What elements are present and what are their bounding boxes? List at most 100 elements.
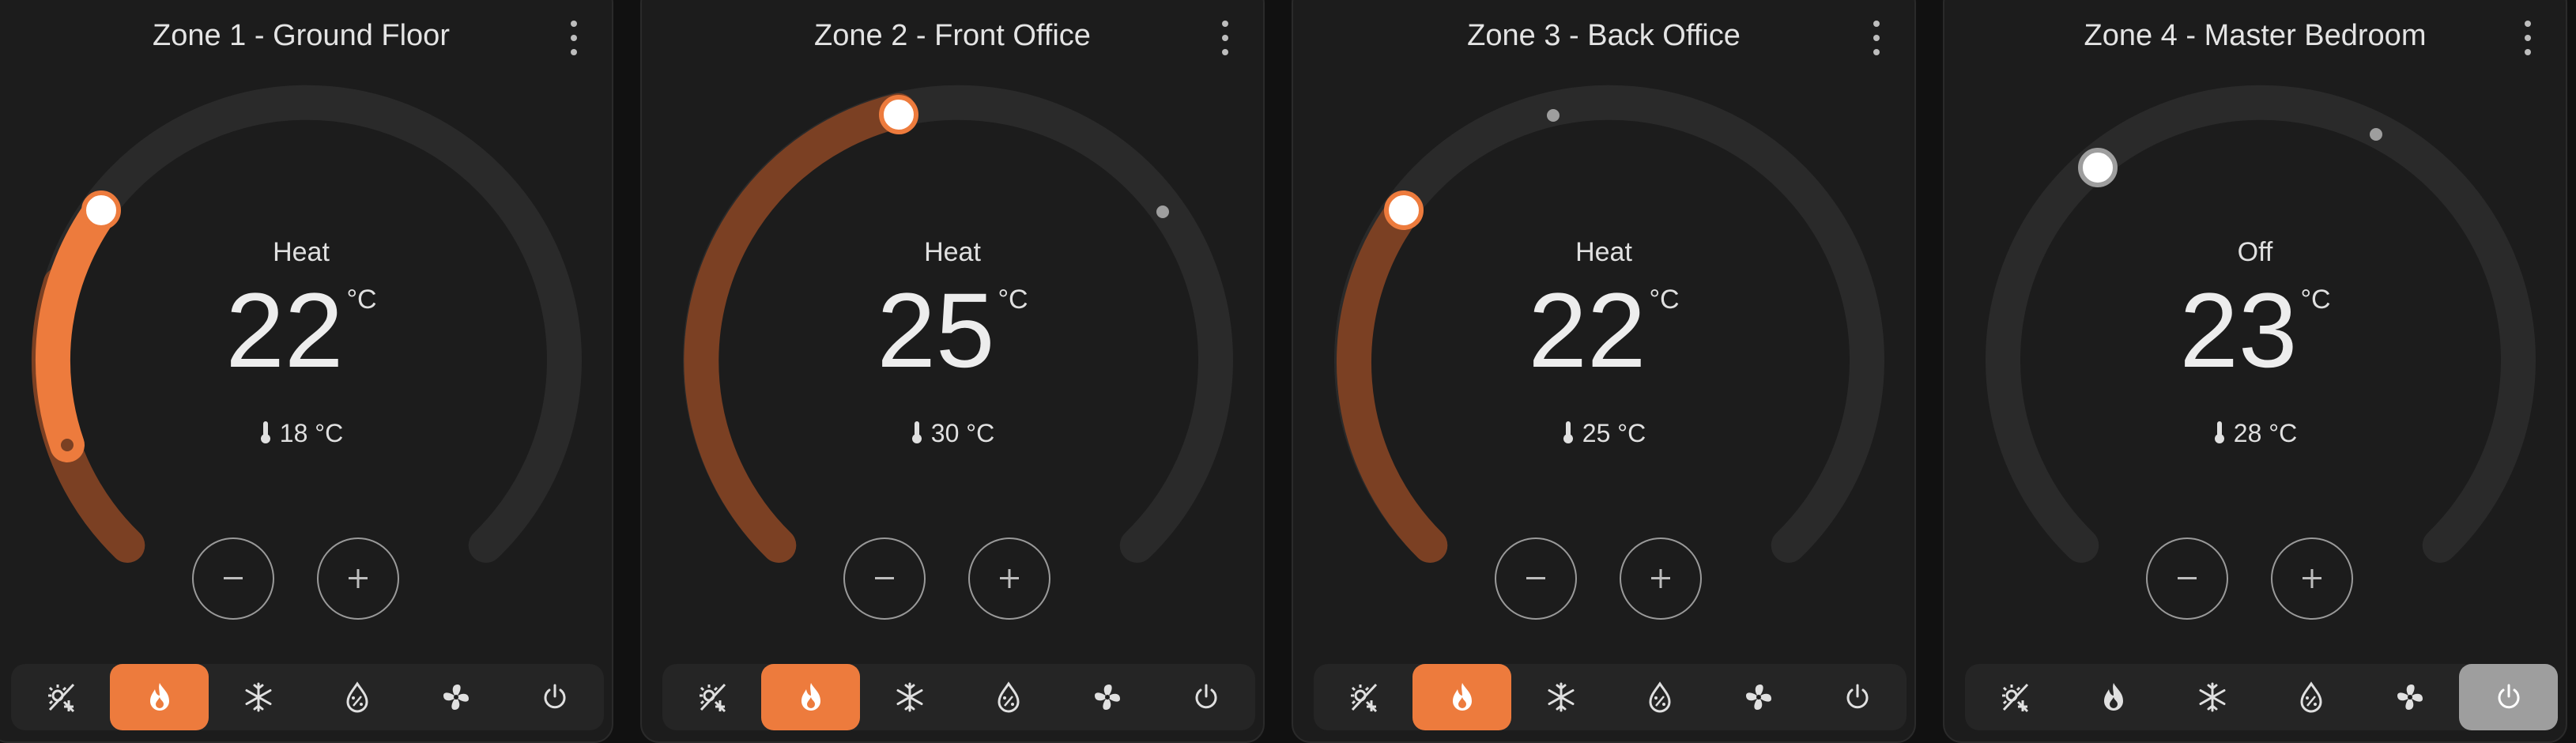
mode-dry-button[interactable] bbox=[2261, 664, 2360, 730]
mode-fan-button[interactable] bbox=[406, 664, 505, 730]
current-temp-marker bbox=[1156, 206, 1169, 218]
target-temperature: 22 °C bbox=[1293, 278, 1914, 384]
power-icon bbox=[2498, 684, 2519, 709]
hvac-mode-bar bbox=[1314, 664, 1907, 730]
mode-dry-button[interactable] bbox=[959, 664, 1058, 730]
thermometer-icon bbox=[1563, 421, 1573, 443]
sun-snowflake-icon bbox=[47, 683, 74, 713]
decrease-temp-button[interactable] bbox=[843, 537, 926, 620]
hvac-mode-bar bbox=[11, 664, 604, 730]
mode-cool-button[interactable] bbox=[209, 664, 307, 730]
mode-heat-button[interactable] bbox=[1412, 664, 1511, 730]
mode-dry-button[interactable] bbox=[1610, 664, 1709, 730]
power-icon bbox=[1195, 684, 1216, 709]
current-value: 25 °C bbox=[1582, 419, 1646, 447]
current-value: 18 °C bbox=[279, 419, 344, 447]
increase-temp-button[interactable] bbox=[317, 537, 399, 620]
target-temperature: 22 °C bbox=[0, 278, 612, 384]
power-icon bbox=[544, 684, 565, 709]
water-percent-icon bbox=[345, 681, 368, 713]
hvac-mode-label: Heat bbox=[924, 237, 981, 267]
target-unit: °C bbox=[2300, 285, 2331, 315]
mode-off-button[interactable] bbox=[1808, 664, 1907, 730]
current-temp-marker bbox=[1547, 109, 1560, 122]
target-unit: °C bbox=[346, 285, 377, 315]
mode-heat-button[interactable] bbox=[2064, 664, 2163, 730]
target-temperature: 23 °C bbox=[1944, 278, 2566, 384]
plus-icon bbox=[1000, 569, 1019, 588]
mode-heat-cool-button[interactable] bbox=[1314, 664, 1412, 730]
mode-fan-button[interactable] bbox=[1058, 664, 1156, 730]
snowflake-icon bbox=[245, 682, 271, 712]
fan-icon bbox=[443, 685, 469, 710]
target-value: 22 bbox=[225, 272, 344, 390]
thermometer-icon bbox=[260, 421, 270, 443]
power-icon bbox=[1846, 684, 1868, 709]
hvac-mode-label: Heat bbox=[273, 237, 330, 267]
increase-temp-button[interactable] bbox=[2271, 537, 2353, 620]
plus-icon bbox=[2303, 569, 2321, 588]
target-value: 22 bbox=[1528, 272, 1646, 390]
thermometer-icon bbox=[2214, 421, 2224, 443]
minus-icon bbox=[2178, 577, 2197, 579]
target-unit: °C bbox=[998, 285, 1028, 315]
target-unit: °C bbox=[1649, 285, 1680, 315]
mode-heat-button[interactable] bbox=[761, 664, 860, 730]
current-temperature: 28 °C bbox=[1944, 419, 2566, 448]
thermometer-icon bbox=[911, 421, 922, 443]
mode-off-button[interactable] bbox=[505, 664, 604, 730]
zone-card-1: Zone 1 - Ground Floor Heat 22 °C 18 °C bbox=[0, 0, 613, 743]
mode-off-button[interactable] bbox=[2459, 664, 2558, 730]
fire-icon bbox=[801, 683, 820, 711]
snowflake-icon bbox=[1548, 682, 1574, 712]
minus-icon bbox=[1526, 577, 1545, 579]
snowflake-icon bbox=[2199, 682, 2225, 712]
setpoint-handle bbox=[2078, 148, 2118, 187]
hvac-mode-bar bbox=[662, 664, 1255, 730]
mode-heat-cool-button[interactable] bbox=[1965, 664, 2064, 730]
current-temp-marker bbox=[2370, 128, 2382, 141]
mode-heat-cool-button[interactable] bbox=[11, 664, 110, 730]
mode-off-button[interactable] bbox=[1156, 664, 1255, 730]
mode-fan-button[interactable] bbox=[1709, 664, 1808, 730]
current-value: 30 °C bbox=[930, 419, 995, 447]
increase-temp-button[interactable] bbox=[1620, 537, 1702, 620]
increase-temp-button[interactable] bbox=[968, 537, 1050, 620]
current-value: 28 °C bbox=[2233, 419, 2298, 447]
minus-icon bbox=[875, 577, 894, 579]
hvac-mode-label: Heat bbox=[1575, 237, 1632, 267]
mode-cool-button[interactable] bbox=[1511, 664, 1610, 730]
hvac-mode-bar bbox=[1965, 664, 2558, 730]
fire-icon bbox=[2103, 683, 2123, 711]
decrease-temp-button[interactable] bbox=[1495, 537, 1577, 620]
mode-fan-button[interactable] bbox=[2360, 664, 2459, 730]
zone-card-2: Zone 2 - Front Office Heat 25 °C 30 °C bbox=[640, 0, 1265, 743]
decrease-temp-button[interactable] bbox=[2146, 537, 2228, 620]
fan-icon bbox=[2397, 685, 2423, 710]
sun-snowflake-icon bbox=[699, 683, 726, 713]
sun-snowflake-icon bbox=[1350, 683, 1377, 713]
mode-cool-button[interactable] bbox=[2163, 664, 2261, 730]
target-value: 23 bbox=[2179, 272, 2298, 390]
mode-heat-cool-button[interactable] bbox=[662, 664, 761, 730]
setpoint-handle bbox=[81, 190, 121, 230]
mode-dry-button[interactable] bbox=[307, 664, 406, 730]
mode-cool-button[interactable] bbox=[860, 664, 959, 730]
zone-card-3: Zone 3 - Back Office Heat 22 °C 25 °C bbox=[1292, 0, 1916, 743]
water-percent-icon bbox=[997, 681, 1020, 713]
target-temperature: 25 °C bbox=[642, 278, 1263, 384]
fire-icon bbox=[1452, 683, 1472, 711]
fire-icon bbox=[149, 683, 169, 711]
plus-icon bbox=[1651, 569, 1670, 588]
sun-snowflake-icon bbox=[2001, 683, 2028, 713]
water-percent-icon bbox=[1648, 681, 1671, 713]
current-temperature: 18 °C bbox=[0, 419, 612, 448]
hvac-mode-label: Off bbox=[2237, 237, 2273, 267]
current-temperature: 25 °C bbox=[1293, 419, 1914, 448]
decrease-temp-button[interactable] bbox=[192, 537, 274, 620]
target-value: 25 bbox=[877, 272, 995, 390]
water-percent-icon bbox=[2299, 681, 2322, 713]
zone-card-4: Zone 4 - Master Bedroom Off 23 °C 28 °C bbox=[1943, 0, 2567, 743]
mode-heat-button[interactable] bbox=[110, 664, 209, 730]
fan-icon bbox=[1745, 685, 1771, 710]
